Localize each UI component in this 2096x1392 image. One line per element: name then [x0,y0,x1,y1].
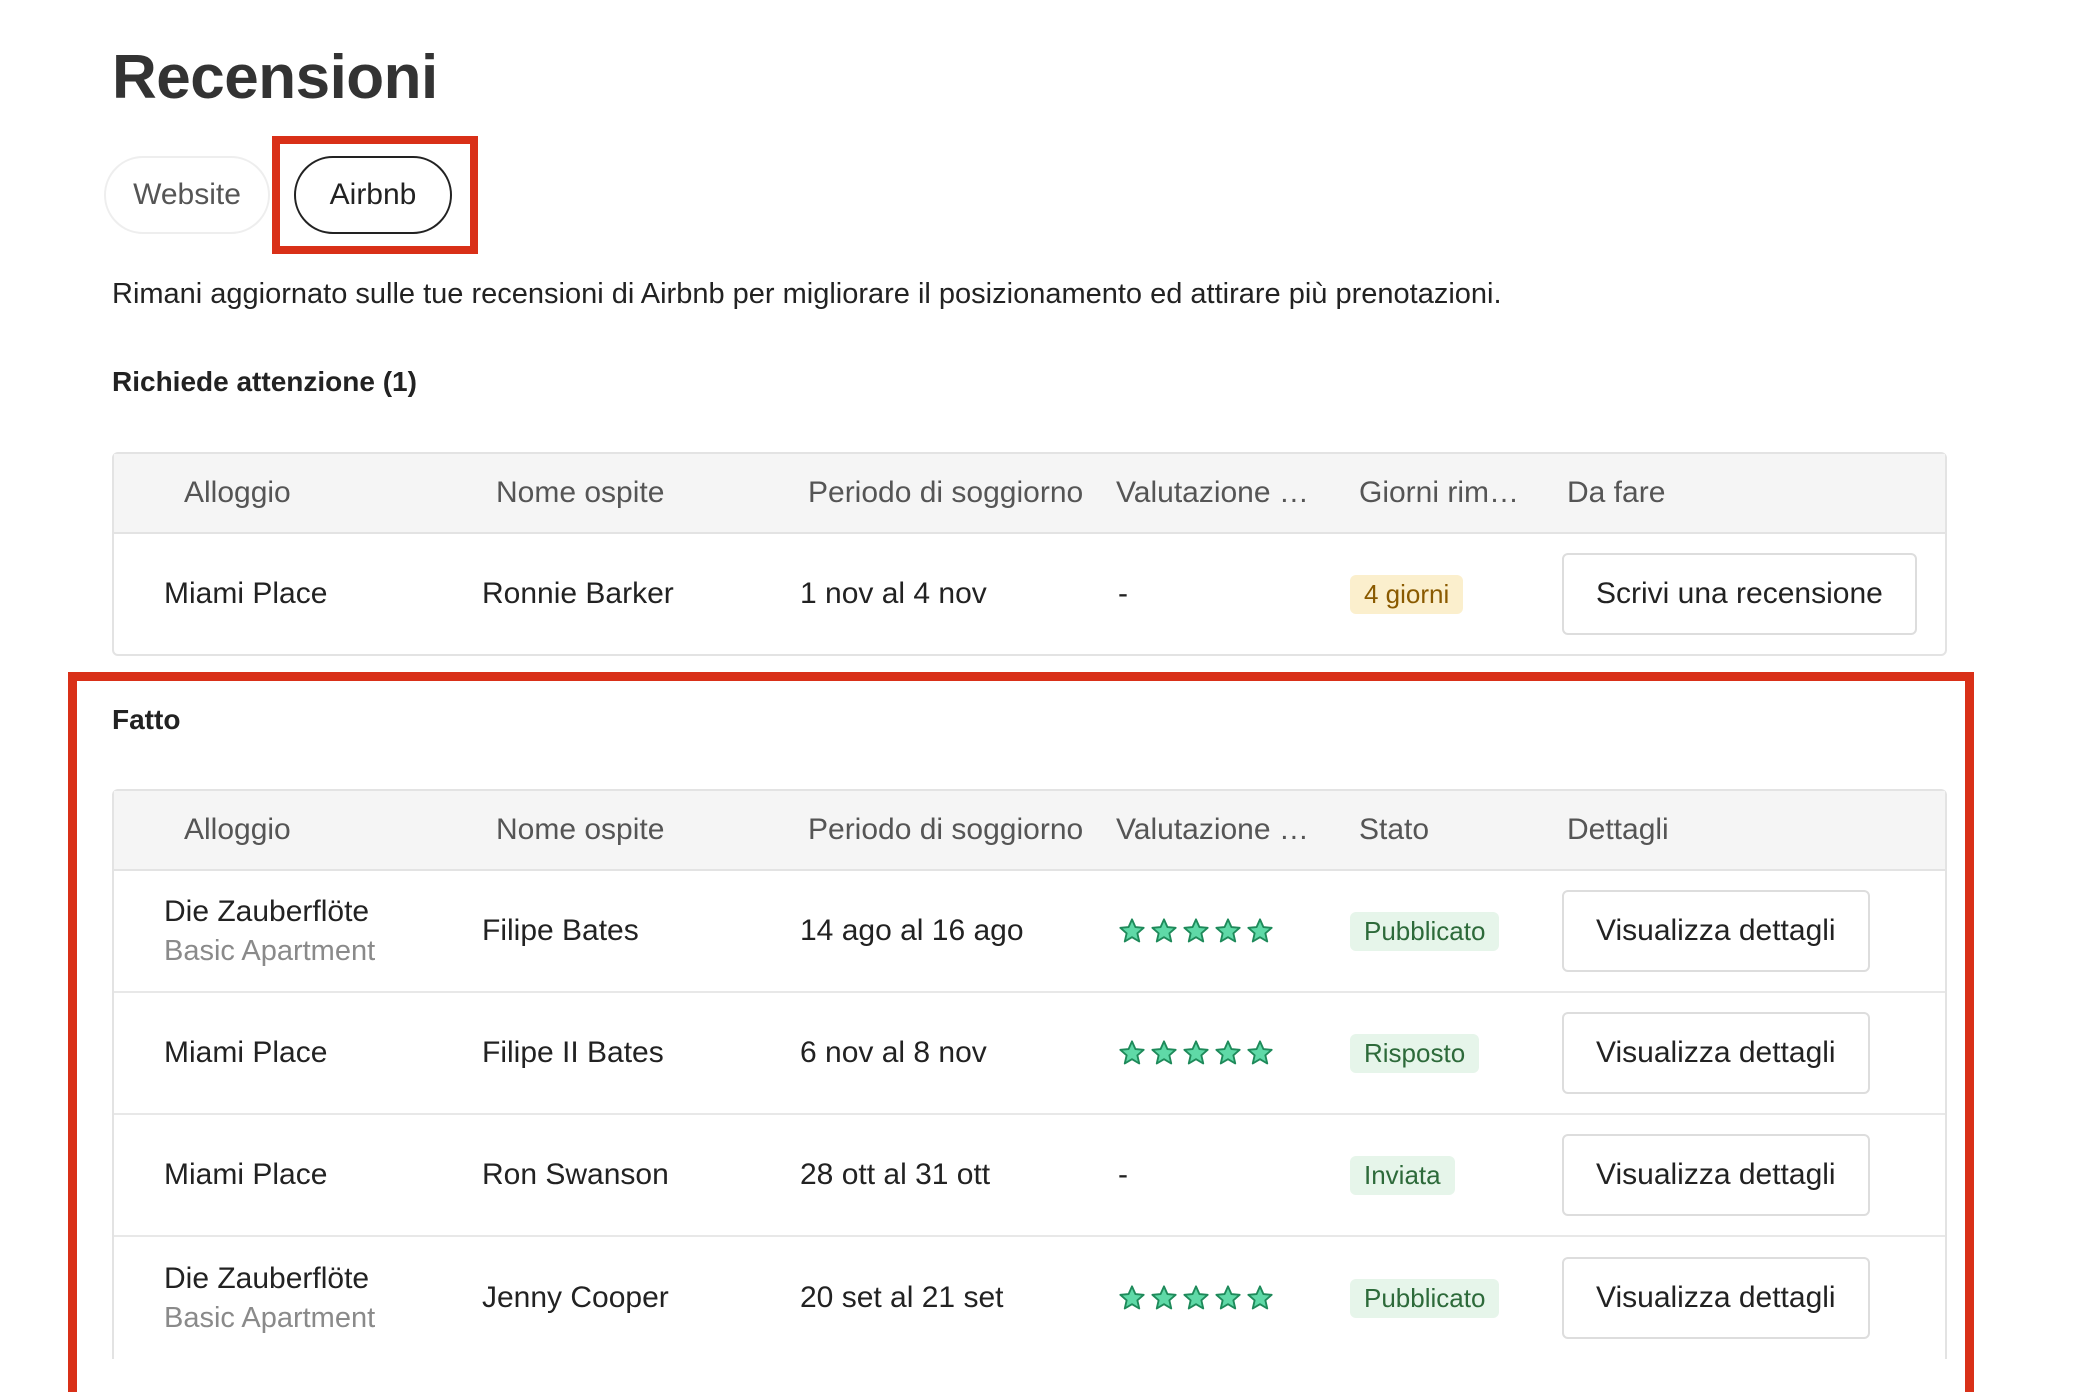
table-row: Miami Place Ronnie Barker 1 nov al 4 nov… [114,534,1945,654]
days-left-cell: 4 giorni [1350,534,1464,654]
star-icon [1119,1285,1145,1310]
rating-cell [1118,1237,1274,1359]
property-name: Die Zauberflöte [164,894,370,928]
done-table: Alloggio Nome ospite Periodo di soggiorn… [112,789,1947,1359]
view-details-button[interactable]: Visualizza dettagli [1562,1012,1870,1094]
property-cell: Miami Place [164,1115,327,1235]
property-name: Miami Place [164,577,328,610]
action-cell: Visualizza dettagli [1562,993,1870,1113]
column-header-guest[interactable]: Nome ospite [496,791,664,869]
star-icon [1183,918,1209,943]
page-title: Recensioni [112,43,438,112]
star-icon [1247,918,1273,943]
star-icon [1151,1040,1177,1065]
star-icon [1119,1040,1145,1065]
star-rating [1118,917,1274,945]
star-rating [1118,1039,1274,1067]
tab-website[interactable]: Website [104,156,270,234]
column-header-rating[interactable]: Valutazione … [1116,454,1309,532]
status-badge: Inviata [1350,1155,1455,1195]
column-header-details: Dettagli [1567,813,1669,846]
unit-name: Basic Apartment [164,934,376,967]
status-badge: Pubblicato [1350,1278,1500,1318]
guest-name: Ronnie Barker [482,577,674,610]
attention-section-title: Richiede attenzione (1) [112,366,417,397]
attention-table-header: Alloggio Nome ospite Periodo di soggiorn… [114,454,1945,534]
action-cell: Visualizza dettagli [1562,1115,1870,1235]
property-name: Miami Place [164,1036,328,1069]
stay-period: 14 ago al 16 ago [800,914,1024,947]
stay-period: 6 nov al 8 nov [800,1036,987,1069]
unit-name: Basic Apartment [164,1301,376,1334]
attention-table: Alloggio Nome ospite Periodo di soggiorn… [112,452,1947,656]
days-left-badge: 4 giorni [1350,574,1464,614]
table-row: Miami Place Filipe II Bates 6 nov al 8 n… [114,993,1945,1115]
rating-value: - [1118,577,1128,610]
status-badge: Risposto [1350,1033,1480,1073]
column-header-property[interactable]: Alloggio [184,791,291,869]
stay-period: 1 nov al 4 nov [800,577,987,610]
column-header-status[interactable]: Stato [1359,791,1429,869]
action-cell: Visualizza dettagli [1562,1237,1870,1359]
view-details-button[interactable]: Visualizza dettagli [1562,890,1870,972]
star-icon [1151,1285,1177,1310]
property-cell: Die Zauberflöte Basic Apartment [164,871,375,991]
status-cell: Inviata [1350,1115,1455,1235]
star-icon [1183,1285,1209,1310]
star-icon [1215,1040,1241,1065]
view-details-button[interactable]: Visualizza dettagli [1562,1134,1870,1216]
star-icon [1247,1040,1273,1065]
table-row: Miami Place Ron Swanson 28 ott al 31 ott… [114,1115,1945,1237]
rating-value: - [1118,1158,1128,1191]
table-row: Die Zauberflöte Basic Apartment Filipe B… [114,871,1945,993]
rating-cell: - [1118,1115,1128,1235]
guest-name: Ron Swanson [482,1158,669,1191]
star-icon [1119,918,1145,943]
status-cell: Risposto [1350,993,1480,1113]
stay-period: 28 ott al 31 ott [800,1158,991,1191]
status-badge: Pubblicato [1350,911,1500,951]
column-header-guest[interactable]: Nome ospite [496,454,664,532]
guest-name: Filipe Bates [482,914,639,947]
tab-airbnb[interactable]: Airbnb [294,156,452,234]
action-cell: Visualizza dettagli [1562,871,1870,991]
property-cell: Miami Place [164,993,327,1113]
guest-name: Jenny Cooper [482,1281,669,1314]
column-header-period[interactable]: Periodo di soggiorno [808,454,1083,532]
guest-name: Filipe II Bates [482,1036,664,1069]
column-header-days-left[interactable]: Giorni rim… [1359,454,1519,532]
property-cell: Die Zauberflöte Basic Apartment [164,1237,375,1359]
status-cell: Pubblicato [1350,1237,1500,1359]
star-icon [1183,1040,1209,1065]
column-header-todo: Da fare [1567,476,1666,509]
star-icon [1215,1285,1241,1310]
rating-cell [1118,993,1274,1113]
star-rating [1118,1284,1274,1312]
property-name: Miami Place [164,1158,328,1191]
status-cell: Pubblicato [1350,871,1500,991]
intro-text: Rimani aggiornato sulle tue recensioni d… [112,278,1502,310]
table-row: Die Zauberflöte Basic Apartment Jenny Co… [114,1237,1945,1359]
star-icon [1247,1285,1273,1310]
property-name: Die Zauberflöte [164,1261,370,1295]
rating-cell [1118,871,1274,991]
done-section-title: Fatto [112,704,181,735]
action-cell: Scrivi una recensione [1562,534,1917,654]
column-header-period[interactable]: Periodo di soggiorno [808,791,1083,869]
write-review-button[interactable]: Scrivi una recensione [1562,553,1917,635]
done-table-header: Alloggio Nome ospite Periodo di soggiorn… [114,791,1945,871]
view-details-button[interactable]: Visualizza dettagli [1562,1257,1870,1339]
star-icon [1215,918,1241,943]
stay-period: 20 set al 21 set [800,1281,1004,1314]
column-header-rating[interactable]: Valutazione … [1116,791,1309,869]
column-header-property[interactable]: Alloggio [184,454,291,532]
star-icon [1151,918,1177,943]
